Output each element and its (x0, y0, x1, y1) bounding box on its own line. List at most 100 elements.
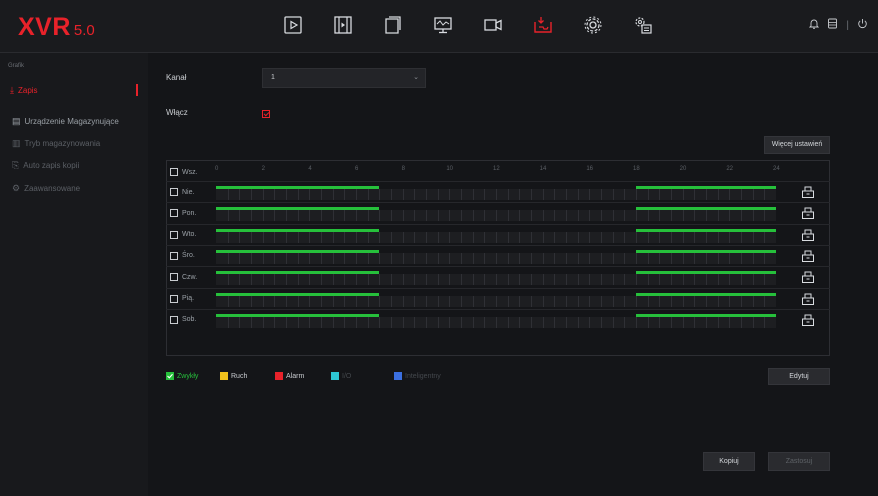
legend-swatch[interactable] (331, 372, 339, 380)
bell-icon[interactable] (809, 18, 820, 32)
half-hour-tick (764, 189, 766, 200)
select-all-checkbox[interactable] (170, 168, 178, 176)
film-icon[interactable] (332, 14, 354, 36)
copy-schedule-icon[interactable] (801, 228, 815, 242)
half-hour-tick (496, 295, 497, 307)
sidebar-item-storage-mode[interactable]: ▥ Tryb magazynowania (12, 138, 100, 149)
legend-swatch[interactable] (394, 372, 402, 380)
half-hour-tick (262, 274, 264, 286)
half-hour-tick (589, 210, 591, 222)
half-hour-tick (472, 274, 474, 286)
half-hour-tick (542, 252, 544, 264)
day-schedule-track[interactable] (216, 249, 776, 264)
server-icon[interactable] (827, 18, 838, 32)
day-schedule-track[interactable] (216, 207, 776, 222)
camera-icon[interactable] (482, 14, 504, 36)
display-icon[interactable] (432, 14, 454, 36)
legend-item[interactable]: Inteligentny (394, 372, 441, 380)
half-hour-tick (286, 231, 287, 243)
legend-swatch[interactable] (275, 372, 283, 380)
day-schedule-track[interactable] (216, 292, 776, 307)
day-schedule-track[interactable] (216, 228, 776, 243)
day-checkbox[interactable] (170, 230, 178, 239)
day-checkbox[interactable] (170, 315, 178, 324)
legend-swatch[interactable] (220, 372, 228, 380)
legend-item[interactable]: Zwykły (166, 372, 198, 380)
half-hour-tick (636, 252, 637, 264)
half-hour-tick (414, 316, 416, 328)
half-hour-tick (566, 252, 567, 264)
copy-schedule-icon[interactable] (801, 185, 815, 199)
half-hour-tick (449, 316, 451, 328)
day-checkbox[interactable] (170, 251, 178, 260)
half-hour-tick (729, 231, 731, 243)
half-hour-tick (414, 231, 416, 243)
hour-tick-label: 4 (308, 166, 312, 172)
half-hour-tick (577, 210, 579, 222)
copy-schedule-icon[interactable] (801, 292, 815, 306)
copy-schedule-icon[interactable] (801, 249, 815, 263)
playback-icon[interactable] (282, 14, 304, 36)
select-all-row[interactable]: Wsz. (170, 168, 198, 176)
copy-schedule-icon[interactable] (801, 270, 815, 284)
half-hour-tick (682, 189, 684, 200)
hour-tick-label: 16 (586, 166, 594, 172)
power-icon[interactable] (857, 18, 868, 32)
copy-schedule-icon[interactable] (801, 206, 815, 220)
sidebar-item-record[interactable]: ⤓ Zapis (10, 85, 38, 96)
day-row-label[interactable]: Pią. (170, 294, 195, 303)
files-icon[interactable] (382, 14, 404, 36)
legend-item[interactable]: I/O (331, 372, 351, 380)
day-checkbox[interactable] (170, 188, 178, 196)
schedule-segment (636, 207, 776, 211)
half-hour-tick (426, 252, 427, 264)
half-hour-tick (262, 316, 264, 328)
sidebar-item-storage-device[interactable]: ▤ Urządzenie Magazynujące (12, 116, 119, 127)
half-hour-tick (484, 231, 486, 243)
day-row-label[interactable]: Pon. (170, 209, 196, 218)
copy-schedule-icon[interactable] (801, 313, 815, 327)
half-hour-tick (367, 231, 369, 243)
enable-checkbox[interactable] (262, 110, 270, 118)
half-hour-tick (694, 189, 696, 200)
day-checkbox[interactable] (170, 209, 178, 218)
day-row-label[interactable]: Nie. (170, 188, 194, 196)
legend-item[interactable]: Ruch (220, 372, 247, 380)
legend-swatch[interactable] (166, 372, 174, 380)
half-hour-tick (601, 231, 602, 243)
day-checkbox[interactable] (170, 273, 178, 282)
legend-item[interactable]: Alarm (275, 372, 304, 380)
channel-select[interactable]: 1 ⌄ (262, 68, 426, 88)
sidebar-item-advanced[interactable]: ⚙ Zaawansowane (12, 183, 80, 194)
day-label: Pią. (182, 295, 195, 302)
half-hour-tick (554, 252, 556, 264)
day-checkbox[interactable] (170, 294, 178, 303)
day-schedule-track[interactable] (216, 186, 776, 200)
half-hour-tick (589, 274, 591, 286)
day-row-label[interactable]: Śro. (170, 251, 195, 260)
half-hour-tick (589, 295, 591, 307)
sidebar-item-auto-backup[interactable]: ⎘ Auto zapis kopii (12, 160, 79, 171)
half-hour-tick (636, 274, 637, 286)
half-hour-tick (437, 316, 439, 328)
day-row-label[interactable]: Wto. (170, 230, 196, 239)
half-hour-tick (612, 274, 614, 286)
half-hour-tick (671, 274, 672, 286)
half-hour-tick (379, 252, 381, 264)
day-schedule-track[interactable] (216, 271, 776, 286)
day-row-label[interactable]: Sob. (170, 315, 196, 324)
edit-button[interactable]: Edytuj (768, 368, 830, 385)
advanced-settings-icon[interactable] (632, 14, 654, 36)
copy-button[interactable]: Kopiuj (703, 452, 755, 471)
half-hour-tick (752, 231, 754, 243)
settings-icon[interactable] (582, 14, 604, 36)
day-row-label[interactable]: Czw. (170, 273, 197, 282)
half-hour-tick (636, 231, 637, 243)
record-icon[interactable] (532, 14, 554, 36)
day-schedule-track[interactable] (216, 313, 776, 328)
more-settings-button[interactable]: Więcej ustawień (764, 136, 830, 154)
half-hour-tick (507, 252, 509, 264)
half-hour-tick (741, 189, 742, 200)
half-hour-tick (437, 295, 439, 307)
apply-button[interactable]: Zastosuj (768, 452, 830, 471)
